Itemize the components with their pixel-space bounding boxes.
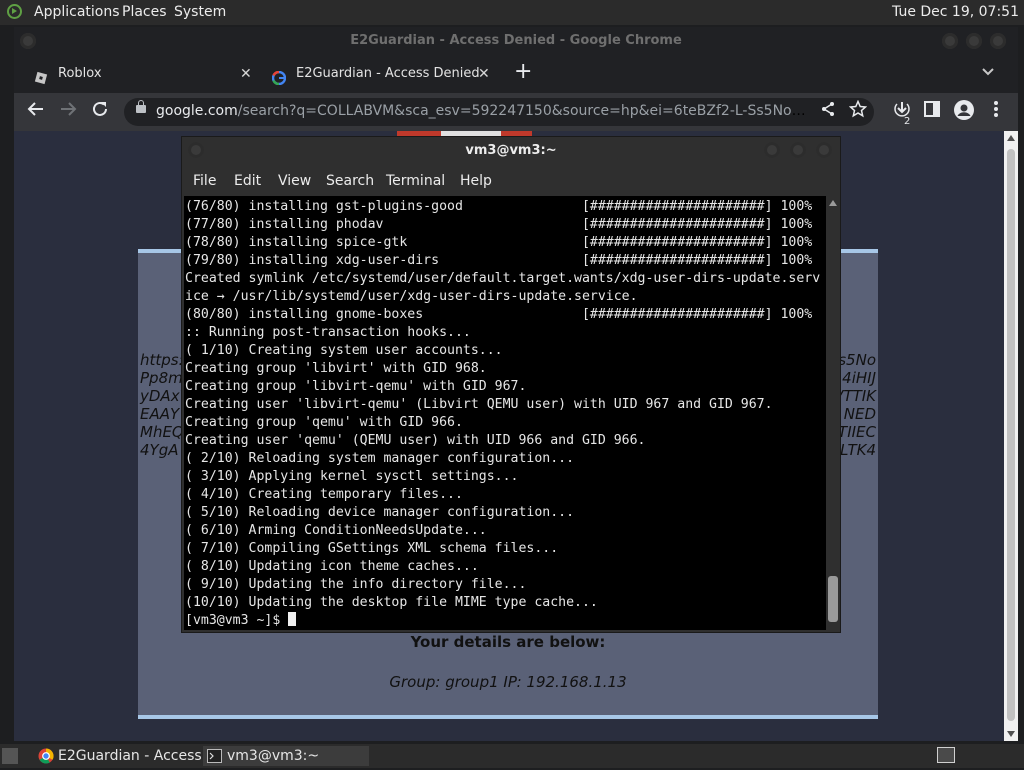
terminal-line: (79/80) installing xdg-user-dirs [######… (185, 253, 813, 268)
terminal-scrollbar-thumb[interactable] (828, 576, 838, 622)
new-tab-button[interactable]: + (514, 59, 532, 85)
terminal-maximize-button[interactable] (790, 142, 806, 158)
close-window-button[interactable] (990, 33, 1006, 49)
workspace-switcher[interactable] (937, 747, 955, 763)
terminal-line: ( 9/10) Updating the info directory file… (185, 577, 527, 592)
places-menu[interactable]: Places (122, 4, 167, 20)
scroll-down-arrow-icon[interactable] (1007, 731, 1015, 737)
maximize-button[interactable] (966, 33, 982, 49)
terminal-line: Creating group 'libvirt' with GID 968. (185, 361, 487, 376)
terminal-line: Creating group 'libvirt-qemu' with GID 9… (185, 379, 527, 394)
terminal-window: vm3@vm3:~ File Edit View Search Terminal… (182, 137, 840, 632)
system-menu[interactable]: System (174, 4, 226, 20)
terminal-output[interactable]: (76/80) installing gst-plugins-good [###… (184, 196, 826, 630)
terminal-line: ( 8/10) Updating icon theme caches... (185, 559, 479, 574)
menu-terminal[interactable]: Terminal (386, 173, 445, 189)
chrome-window-title: E2Guardian - Access Denied - Google Chro… (350, 33, 682, 48)
top-panel: Applications Places System Tue Dec 19, 0… (0, 0, 1024, 25)
menu-edit[interactable]: Edit (234, 173, 261, 189)
menu-view[interactable]: View (278, 173, 311, 189)
tab-roblox[interactable]: Roblox ✕ (34, 59, 256, 89)
terminal-close-button[interactable] (816, 142, 832, 158)
url-text[interactable]: google.com/search?q=COLLABVM&sca_esv=592… (156, 103, 810, 119)
minimize-button[interactable] (942, 33, 958, 49)
bookmark-star-icon[interactable] (846, 99, 870, 125)
tab-label: Roblox (58, 66, 102, 81)
forward-arrow-icon[interactable] (56, 100, 80, 125)
show-desktop-button[interactable] (2, 748, 18, 764)
terminal-cursor (288, 612, 297, 626)
profile-avatar-icon[interactable] (952, 100, 976, 127)
reload-icon[interactable] (88, 100, 112, 125)
taskbar-item-label: E2Guardian - Access... (58, 748, 216, 764)
menu-search[interactable]: Search (326, 173, 374, 189)
applications-menu[interactable]: Applications (34, 4, 120, 20)
terminal-line: Creating group 'qemu' with GID 966. (185, 415, 463, 430)
terminal-line: (78/80) installing spice-gtk [##########… (185, 235, 813, 250)
scrollbar-thumb[interactable] (1007, 149, 1015, 721)
menu-help[interactable]: Help (460, 173, 492, 189)
google-icon (271, 67, 287, 86)
tab-label: E2Guardian - Access Denied (296, 66, 480, 81)
clock[interactable]: Tue Dec 19, 07:51 (892, 4, 1019, 20)
downloads-icon[interactable]: 2 (890, 100, 914, 129)
details-heading: Your details are below: (410, 633, 606, 651)
terminal-line: (80/80) installing gnome-boxes [########… (185, 307, 813, 322)
page-scrollbar[interactable] (1004, 131, 1018, 741)
tab-search-chevron-icon[interactable] (982, 65, 994, 80)
tab-e2guardian[interactable]: E2Guardian - Access Denied ✕ (271, 59, 494, 89)
terminal-line: Creating user 'qemu' (QEMU user) with UI… (185, 433, 646, 448)
terminal-scroll-up-icon[interactable] (829, 200, 837, 206)
terminal-prompt[interactable]: [vm3@vm3 ~]$ (185, 612, 820, 630)
terminal-minimize-button[interactable] (764, 142, 780, 158)
lock-icon[interactable] (136, 100, 146, 113)
terminal-line: (10/10) Updating the desktop file MIME t… (185, 595, 598, 610)
terminal-menubar: File Edit View Search Terminal Help (182, 170, 840, 194)
chrome-icon (38, 748, 54, 770)
terminal-line: ( 5/10) Reloading device manager configu… (185, 505, 575, 520)
terminal-scrollbar[interactable] (826, 196, 840, 630)
terminal-line: Creating user 'libvirt-qemu' (Libvirt QE… (185, 397, 773, 412)
side-panel-icon[interactable] (920, 100, 944, 124)
scroll-up-arrow-icon[interactable] (1007, 135, 1015, 141)
taskbar-item-chrome[interactable]: E2Guardian - Access... (34, 746, 215, 766)
terminal-line: :: Running post-transaction hooks... (185, 325, 471, 340)
terminal-line: ( 3/10) Applying kernel sysctl settings.… (185, 469, 519, 484)
taskbar-item-label: vm3@vm3:~ (227, 748, 320, 764)
terminal-line: ( 1/10) Creating system user accounts... (185, 343, 503, 358)
taskbar-item-terminal[interactable]: vm3@vm3:~ (203, 746, 369, 766)
terminal-line: ice → /usr/lib/systemd/user/xdg-user-dir… (185, 289, 638, 304)
terminal-line: ( 6/10) Arming ConditionNeedsUpdate... (185, 523, 487, 538)
group-ip-line: Group: group1 IP: 192.168.1.13 (389, 673, 627, 691)
terminal-line: ( 2/10) Reloading system manager configu… (185, 451, 575, 466)
back-arrow-icon[interactable] (24, 100, 48, 125)
terminal-line: (77/80) installing phodav [#############… (185, 217, 813, 232)
terminal-text: (76/80) installing gst-plugins-good [###… (185, 198, 820, 630)
more-menu-icon[interactable] (984, 100, 1008, 125)
terminal-line: (76/80) installing gst-plugins-good [###… (185, 199, 813, 214)
terminal-line: ( 4/10) Creating temporary files... (185, 487, 463, 502)
menu-file[interactable]: File (193, 173, 216, 189)
mate-logo-icon[interactable] (7, 4, 22, 19)
terminal-title: vm3@vm3:~ (465, 143, 557, 158)
share-icon[interactable] (816, 100, 840, 124)
close-tab-icon[interactable]: ✕ (240, 59, 252, 89)
close-tab-icon[interactable]: ✕ (478, 59, 490, 89)
terminal-line: Created symlink /etc/systemd/user/defaul… (185, 271, 821, 286)
address-bar[interactable]: google.com/search?q=COLLABVM&sca_esv=592… (124, 98, 874, 126)
terminal-icon (207, 749, 222, 769)
roblox-icon (34, 67, 48, 85)
bottom-taskbar: E2Guardian - Access... vm3@vm3:~ (0, 744, 1024, 768)
terminal-line: ( 7/10) Compiling GSettings XML schema f… (185, 541, 559, 556)
browser-toolbar: google.com/search?q=COLLABVM&sca_esv=592… (14, 93, 1018, 131)
